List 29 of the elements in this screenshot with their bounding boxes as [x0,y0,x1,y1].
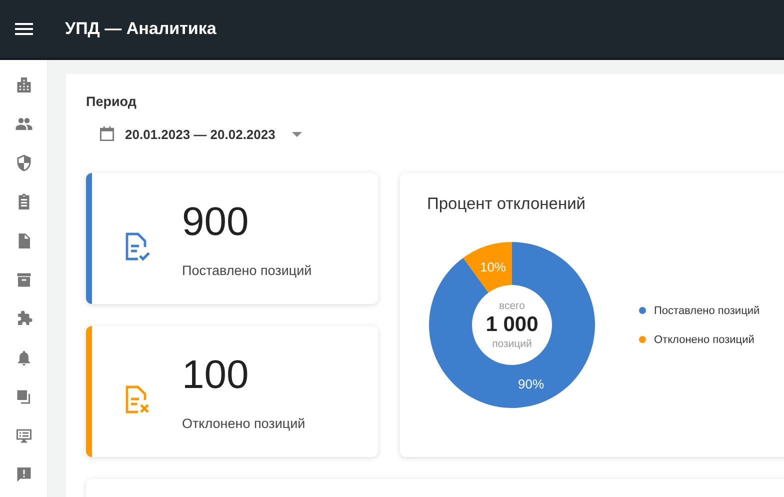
legend-dot [639,307,646,314]
total-caption: всего [499,300,525,312]
legend-label: Поставлено позиций [654,304,760,316]
shield-icon[interactable] [14,154,32,172]
people-icon[interactable] [14,115,32,133]
total-value: 1 000 [486,313,538,337]
period-label: Период [86,94,138,109]
calendar-icon [98,125,116,143]
monitor-icon[interactable] [14,427,32,445]
total-caption: позиций [492,338,532,350]
menu-icon[interactable] [15,23,33,35]
document-cross-icon [124,384,152,414]
stat-value: 900 [182,200,250,244]
building-icon[interactable] [14,76,32,94]
document-check-icon [124,232,152,262]
chart-title: Процент отклонений [427,195,587,214]
caret-icon [292,132,302,136]
stat-label: Отклонено позиций [182,416,306,430]
period-dropdown[interactable]: 20.01.2023 — 20.02.2023 [98,125,302,143]
legend-label: Отклонено позиций [654,334,754,346]
app-title: УПД — Аналитика [65,19,216,39]
stat-value: 100 [182,352,250,398]
legend-dot [639,336,646,343]
feedback-icon[interactable] [14,466,32,484]
stat-label: Поставлено позиций [182,262,312,278]
archive-icon[interactable] [14,271,32,289]
slice-label: 90% [518,376,544,392]
slice-label: 10% [480,260,506,274]
copy-icon[interactable] [14,388,32,406]
